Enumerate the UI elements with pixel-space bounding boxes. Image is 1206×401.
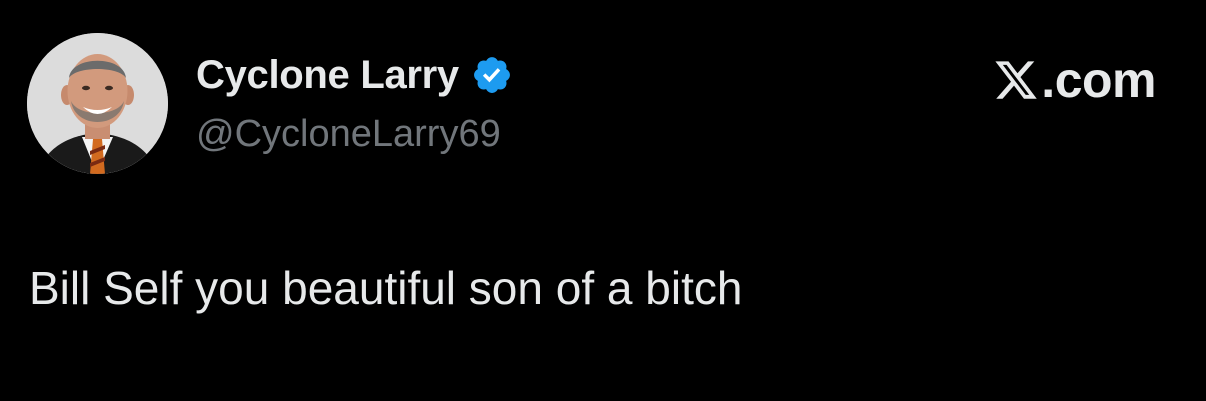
tweet-card: Cyclone Larry @CycloneLarry69 .com Bill … bbox=[0, 0, 1206, 401]
author-name-row: Cyclone Larry bbox=[196, 50, 513, 100]
tweet-text: Bill Self you beautiful son of a bitch bbox=[29, 262, 743, 314]
brand-mark: .com bbox=[993, 52, 1156, 108]
author-handle[interactable]: @CycloneLarry69 bbox=[196, 110, 501, 158]
verified-badge-icon[interactable] bbox=[471, 54, 513, 96]
brand-domain-text: .com bbox=[1041, 52, 1156, 108]
author-display-name[interactable]: Cyclone Larry bbox=[196, 50, 459, 100]
avatar[interactable] bbox=[27, 33, 168, 174]
avatar-image bbox=[27, 33, 168, 174]
x-logo-icon bbox=[993, 57, 1039, 103]
